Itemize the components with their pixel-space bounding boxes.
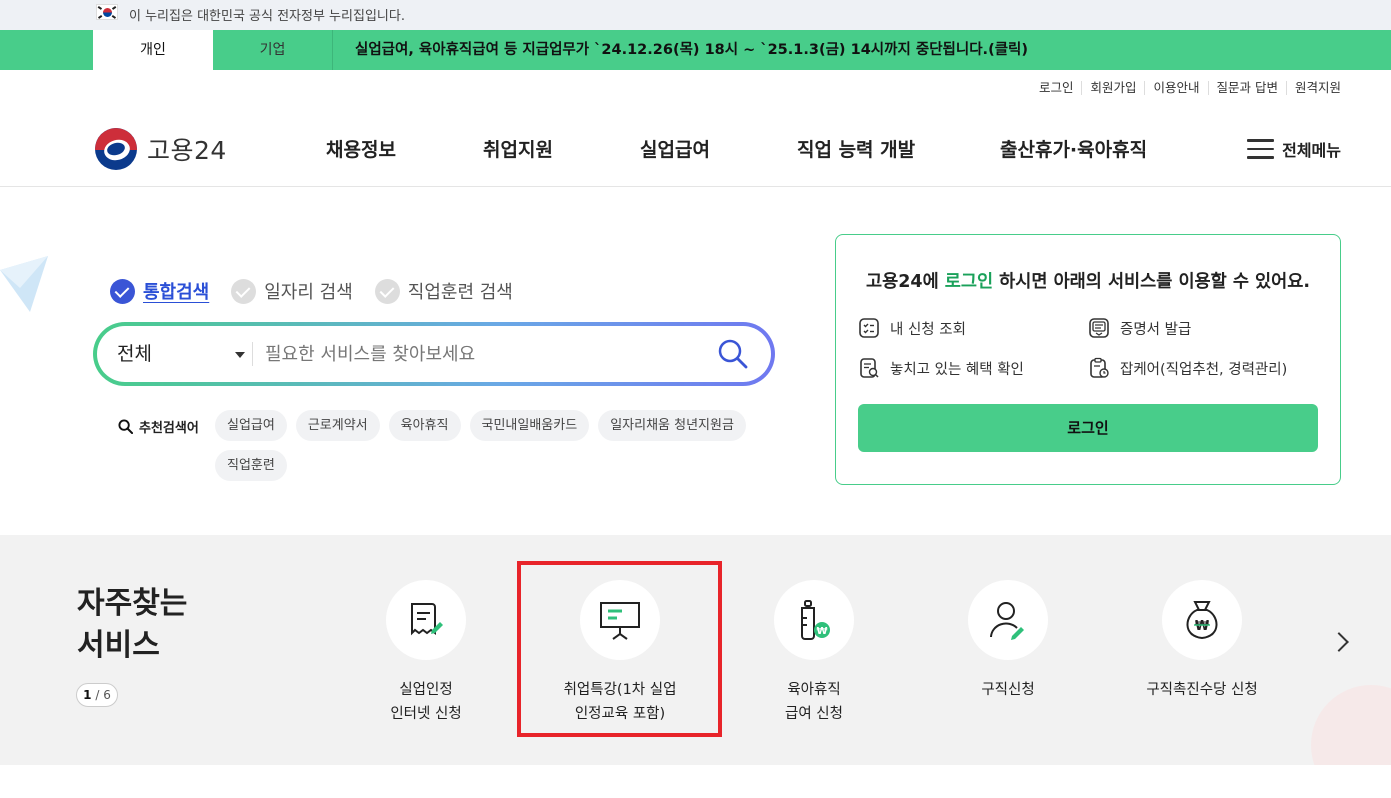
main-nav: 채용정보 취업지원 실업급여 직업 능력 개발 출산휴가·육아휴직: [0, 135, 1391, 165]
keyword-label-text: 추천검색어: [139, 421, 199, 436]
nav-item-jobs[interactable]: 채용정보: [326, 135, 396, 162]
paper-plane-icon: [0, 256, 48, 312]
search-icon: [118, 419, 133, 434]
nav-item-parental-leave[interactable]: 출산휴가·육아휴직: [1000, 135, 1147, 162]
search-input[interactable]: [265, 336, 705, 372]
caret-down-icon[interactable]: [235, 352, 245, 358]
freq-service-label: 육아휴직 급여 신청: [785, 682, 843, 722]
service-missed-benefits[interactable]: 놓치고 있는 혜택 확인: [858, 357, 1024, 379]
freq-service-unemployment-recognition[interactable]: 실업인정 인터넷 신청: [326, 580, 526, 726]
service-notice-link[interactable]: 실업급여, 육아휴직급여 등 지급업무가 `24.12.26(목) 18시 ~ …: [355, 30, 1028, 70]
service-jobcare[interactable]: 잡케어(직업추천, 경력관리): [1088, 357, 1287, 379]
highlight-box: [517, 561, 722, 737]
freq-service-job-seeking[interactable]: 구직신청: [908, 580, 1108, 702]
freq-service-parental-leave-benefit[interactable]: ₩ 육아휴직 급여 신청: [714, 580, 914, 726]
login-panel-title: 고용24에 로그인 하시면 아래의 서비스를 이용할 수 있어요.: [866, 272, 1310, 292]
header-divider: [0, 186, 1391, 187]
money-bag-icon: ₩: [1186, 601, 1218, 640]
util-login-link[interactable]: 로그인: [1031, 81, 1082, 95]
nav-item-skill-development[interactable]: 직업 능력 개발: [797, 135, 915, 162]
tab-job-search[interactable]: 일자리 검색: [231, 278, 353, 304]
util-remote-support-link[interactable]: 원격지원: [1285, 81, 1341, 95]
keyword-chip[interactable]: 직업훈련: [215, 450, 287, 481]
keyword-chip[interactable]: 육아휴직: [388, 410, 461, 441]
certificate-icon: [1089, 318, 1109, 338]
tab-personal[interactable]: 개인: [93, 30, 213, 70]
all-menu-button[interactable]: 전체메뉴: [1247, 137, 1341, 161]
service-certificate[interactable]: 증명서 발급: [1088, 317, 1191, 339]
tab-label: 통합검색: [143, 282, 210, 303]
util-signup-link[interactable]: 회원가입: [1081, 81, 1144, 95]
baby-bottle-won-icon: ₩: [801, 600, 830, 640]
search-box: 전체: [93, 322, 775, 386]
check-circle-icon: [110, 278, 135, 304]
service-label: 놓치고 있는 혜택 확인: [890, 361, 1024, 378]
frequent-services-title: 자주찾는 서비스: [77, 586, 188, 663]
search-icon[interactable]: [717, 338, 749, 370]
tab-integrated-search[interactable]: 통합검색: [110, 278, 209, 304]
recommended-keywords-label: 추천검색어: [118, 417, 199, 436]
checklist-icon: [859, 318, 879, 338]
korea-flag-icon: [96, 4, 118, 20]
service-label: 잡케어(직업추천, 경력관리): [1120, 361, 1288, 378]
service-my-applications[interactable]: 내 신청 조회: [858, 317, 966, 339]
svg-text:₩: ₩: [816, 626, 827, 637]
document-search-icon: [860, 358, 879, 378]
util-qna-link[interactable]: 질문과 답변: [1207, 81, 1286, 95]
tab-label: 일자리 검색: [264, 282, 353, 303]
service-label: 증명서 발급: [1120, 321, 1192, 338]
svg-text:₩: ₩: [1195, 619, 1210, 634]
keyword-chip[interactable]: 근로계약서: [295, 410, 380, 441]
carousel-next-icon[interactable]: [1329, 632, 1349, 652]
search-divider: [252, 342, 253, 366]
keyword-chips: 실업급여 근로계약서 육아휴직 국민내일배움카드 일자리채움 청년지원금 직업훈…: [215, 410, 775, 490]
search-category-select[interactable]: 전체: [117, 326, 152, 382]
all-menu-label: 전체메뉴: [1282, 141, 1341, 160]
check-circle-icon: [374, 278, 400, 304]
document-pen-icon: [411, 603, 443, 636]
tab-training-search[interactable]: 직업훈련 검색: [374, 278, 513, 304]
carousel-pager: 1 / 6: [76, 683, 118, 707]
gov-banner: 이 누리집은 대한민국 공식 전자정부 누리집입니다.: [0, 0, 1391, 30]
nav-item-employment-support[interactable]: 취업지원: [483, 135, 553, 162]
decorative-circle: [1311, 685, 1391, 765]
freq-service-label: 구직신청: [981, 682, 1035, 698]
freq-service-job-promotion-allowance[interactable]: ₩ 구직촉진수당 신청: [1102, 580, 1302, 702]
check-circle-icon: [231, 278, 257, 304]
search-tabs: 통합검색 일자리 검색 직업훈련 검색: [110, 278, 535, 304]
notice-bar: 개인 기업 실업급여, 육아휴직급여 등 지급업무가 `24.12.26(목) …: [0, 30, 1391, 70]
gov-banner-text: 이 누리집은 대한민국 공식 전자정부 누리집입니다.: [129, 9, 405, 24]
person-pen-icon: [990, 602, 1024, 640]
clipboard-clock-icon: [1090, 357, 1109, 378]
util-guide-link[interactable]: 이용안내: [1144, 81, 1207, 95]
keyword-chip[interactable]: 국민내일배움카드: [469, 410, 590, 441]
tab-label: 직업훈련 검색: [407, 282, 513, 303]
service-label: 내 신청 조회: [890, 321, 966, 338]
login-panel: 고용24에 로그인 하시면 아래의 서비스를 이용할 수 있어요. 내 신청 조…: [835, 234, 1341, 485]
utility-links: 로그인 회원가입 이용안내 질문과 답변 원격지원: [1031, 81, 1341, 95]
freq-service-label: 구직촉진수당 신청: [1146, 682, 1258, 698]
nav-item-unemployment-benefit[interactable]: 실업급여: [640, 135, 710, 162]
keyword-chip[interactable]: 실업급여: [215, 410, 287, 441]
tab-business[interactable]: 기업: [213, 30, 333, 70]
login-button[interactable]: 로그인: [858, 404, 1318, 452]
freq-service-label: 실업인정 인터넷 신청: [390, 682, 462, 722]
keyword-chip[interactable]: 일자리채움 청년지원금: [598, 410, 746, 441]
hamburger-icon: [1247, 139, 1275, 159]
